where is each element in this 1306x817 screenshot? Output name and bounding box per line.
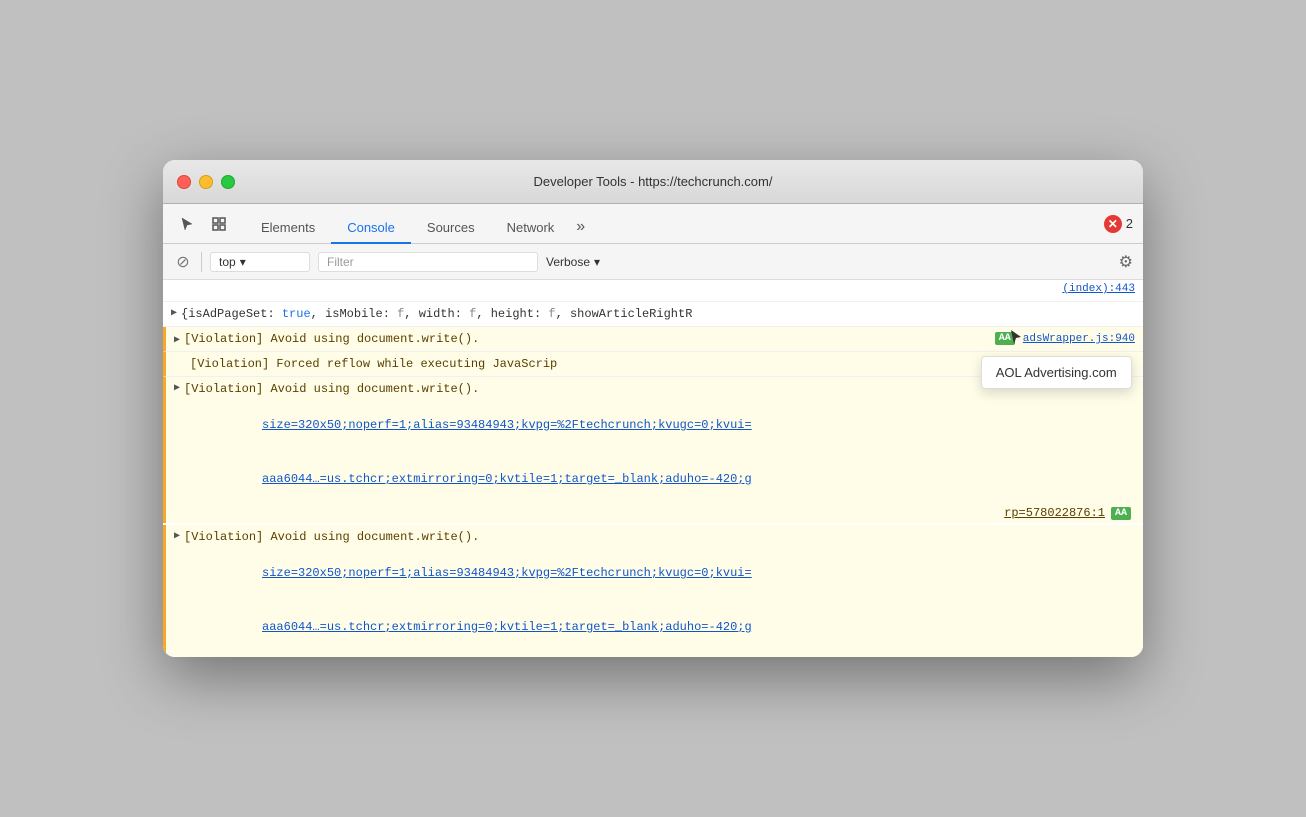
maximize-button[interactable] [221,175,235,189]
verbose-selector[interactable]: Verbose ▾ [546,255,600,269]
console-multiline-2: aaa6044…=us.tchcr;extmirroring=0;kvtile=… [190,452,1135,506]
tab-bar: Elements Console Sources Network » [245,204,1100,243]
console-multiline: size=320x50;noperf=1;alias=93484943;kvpg… [190,546,1135,600]
minimize-button[interactable] [199,175,213,189]
toolbar: Elements Console Sources Network » ✕ 2 [163,204,1143,244]
traffic-lights [177,175,235,189]
tab-sources[interactable]: Sources [411,212,491,244]
toolbar-right: ✕ 2 [1104,215,1133,233]
aa-badge-container: AA AOL Advertising.com [991,332,1019,346]
title-bar: Developer Tools - https://techcrunch.com… [163,160,1143,204]
error-icon: ✕ [1104,215,1122,233]
aa-badge[interactable]: AA [995,332,1015,345]
console-text: [Violation] Avoid using document.write()… [184,330,991,348]
cursor-tool-icon[interactable] [173,210,201,238]
tab-console[interactable]: Console [331,212,411,244]
tab-elements[interactable]: Elements [245,212,331,244]
console-line: (index):443 [163,280,1143,302]
url-link[interactable]: aaa6044…=us.tchcr;extmirroring=0;kvtile=… [262,472,752,486]
tooltip: AOL Advertising.com [981,356,1132,389]
console-line-violation-1: ▶ [Violation] Avoid using document.write… [163,327,1143,352]
console-multiline: size=320x50;noperf=1;alias=93484943;kvpg… [190,398,1135,452]
console-content: (index):443 ▶ {isAdPageSet: true, isMobi… [163,280,1143,657]
url-link[interactable]: size=320x50;noperf=1;alias=93484943;kvpg… [262,566,752,580]
url-link-end[interactable]: rp=578022876:1 [1004,506,1105,520]
settings-icon[interactable]: ⚙ [1119,252,1133,272]
console-toolbar: ⊘ top ▾ Verbose ▾ ⚙ [163,244,1143,280]
source-link[interactable]: (index):443 [1062,283,1135,295]
console-multiline-2: aaa6044…=us.tchcr;extmirroring=0;kvtile=… [190,600,1135,654]
clear-console-button[interactable]: ⊘ [173,252,193,272]
expand-icon[interactable]: ▶ [174,334,180,346]
console-line-violation-4: ▶ [Violation] Avoid using document.write… [163,525,1143,657]
url-link[interactable]: size=320x50;noperf=1;alias=93484943;kvpg… [262,418,752,432]
context-selector[interactable]: top ▾ [210,252,310,272]
console-text: {isAdPageSet: true, isMobile: f, width: … [181,305,1135,323]
toolbar-divider [201,252,202,272]
expand-icon[interactable]: ▶ [171,307,177,319]
filter-input[interactable] [318,252,538,272]
console-line: ▶ {isAdPageSet: true, isMobile: f, width… [163,302,1143,327]
window-title: Developer Tools - https://techcrunch.com… [534,174,773,189]
console-text: [Violation] Avoid using document.write()… [184,528,1135,546]
console-line-violation-3: ▶ [Violation] Avoid using document.write… [163,377,1143,523]
close-button[interactable] [177,175,191,189]
expand-icon[interactable]: ▶ [174,382,180,394]
tab-network[interactable]: Network [491,212,571,244]
error-badge: ✕ 2 [1104,215,1133,233]
expand-icon[interactable]: ▶ [174,530,180,542]
source-link[interactable]: adsWrapper.js:940 [1023,333,1135,345]
inspect-icon[interactable] [205,210,233,238]
devtools-window: Developer Tools - https://techcrunch.com… [163,160,1143,657]
error-count: 2 [1126,216,1133,231]
more-tabs-button[interactable]: » [570,212,591,244]
aa-badge-2[interactable]: AA [1111,507,1131,520]
url-link[interactable]: aaa6044…=us.tchcr;extmirroring=0;kvtile=… [262,620,752,634]
